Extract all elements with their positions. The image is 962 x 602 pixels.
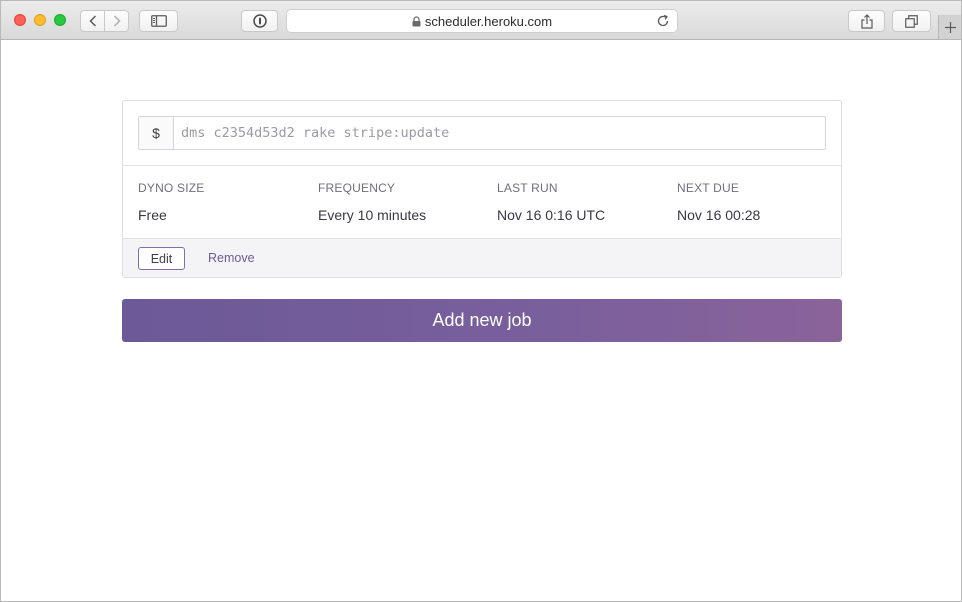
privacy-report-icon <box>252 14 267 28</box>
frequency-field: FREQUENCY Every 10 minutes <box>318 181 426 223</box>
command-input[interactable] <box>174 117 824 149</box>
sidebar-button[interactable] <box>139 10 178 32</box>
last-run-value: Nov 16 0:16 UTC <box>497 207 606 223</box>
window-close-button[interactable] <box>14 14 26 26</box>
privacy-report-button[interactable] <box>241 10 278 32</box>
browser-window: scheduler.heroku.com $ DYNO SIZE Free FR… <box>0 0 962 602</box>
address-url: scheduler.heroku.com <box>287 14 677 29</box>
tab-overview-icon <box>905 14 918 28</box>
share-icon <box>860 13 873 29</box>
add-new-job-button[interactable]: Add new job <box>122 299 842 342</box>
chevron-right-icon <box>113 15 121 27</box>
sidebar-icon <box>150 15 167 27</box>
last-run-label: LAST RUN <box>497 181 558 195</box>
next-due-label: NEXT DUE <box>677 181 740 195</box>
chevron-left-icon <box>88 15 96 27</box>
dyno-size-label: DYNO SIZE <box>138 181 205 195</box>
next-due-field: NEXT DUE Nov 16 00:28 <box>677 181 760 223</box>
dyno-size-value: Free <box>138 207 167 223</box>
job-actions: Edit Remove <box>123 238 841 277</box>
frequency-value: Every 10 minutes <box>318 207 427 223</box>
command-field: $ <box>138 116 826 150</box>
forward-button[interactable] <box>104 10 129 32</box>
window-maximize-button[interactable] <box>54 14 66 26</box>
reload-icon[interactable] <box>656 14 670 28</box>
back-button[interactable] <box>80 10 105 32</box>
remove-link[interactable]: Remove <box>208 251 255 265</box>
share-button[interactable] <box>848 10 885 32</box>
dyno-size-field: DYNO SIZE Free <box>138 181 204 223</box>
tab-overview-button[interactable] <box>892 10 931 32</box>
frequency-label: FREQUENCY <box>318 181 396 195</box>
window-minimize-button[interactable] <box>34 14 46 26</box>
new-tab-button[interactable] <box>938 15 961 39</box>
divider <box>123 165 841 166</box>
plus-icon <box>944 21 956 33</box>
edit-button[interactable]: Edit <box>138 247 185 270</box>
last-run-field: LAST RUN Nov 16 0:16 UTC <box>497 181 605 223</box>
url-text: scheduler.heroku.com <box>424 14 553 29</box>
job-card: $ DYNO SIZE Free FREQUENCY Every 10 minu… <box>122 100 842 278</box>
browser-toolbar: scheduler.heroku.com <box>1 1 961 40</box>
address-bar[interactable]: scheduler.heroku.com <box>286 9 678 33</box>
next-due-value: Nov 16 00:28 <box>677 207 761 223</box>
command-prefix: $ <box>139 117 174 149</box>
lock-icon <box>412 16 421 27</box>
